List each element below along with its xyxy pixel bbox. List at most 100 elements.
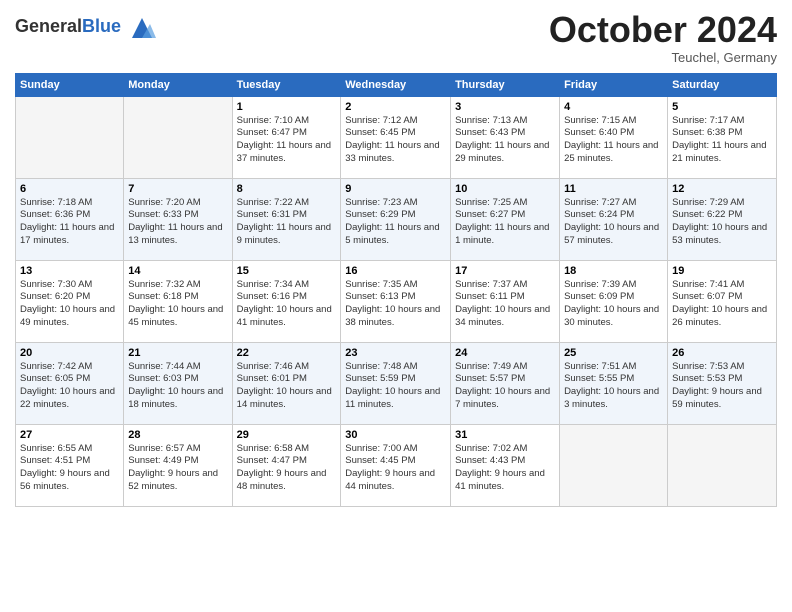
logo-general-text: General [15, 16, 82, 36]
day-number: 26 [672, 347, 772, 359]
day-info: Sunrise: 7:02 AMSunset: 4:43 PMDaylight:… [455, 443, 555, 494]
calendar-cell: 1Sunrise: 7:10 AMSunset: 6:47 PMDaylight… [232, 96, 341, 178]
calendar-cell: 2Sunrise: 7:12 AMSunset: 6:45 PMDaylight… [341, 96, 451, 178]
calendar-cell: 27Sunrise: 6:55 AMSunset: 4:51 PMDayligh… [16, 424, 124, 506]
day-number: 15 [237, 265, 337, 277]
day-info: Sunrise: 7:15 AMSunset: 6:40 PMDaylight:… [564, 115, 663, 166]
calendar-cell: 13Sunrise: 7:30 AMSunset: 6:20 PMDayligh… [16, 260, 124, 342]
day-number: 28 [128, 429, 227, 441]
day-number: 8 [237, 183, 337, 195]
weekday-header-tuesday: Tuesday [232, 73, 341, 96]
calendar-cell: 10 Sunrise: 7:25 AMSunset: 6:27 PMDayligh… [451, 178, 560, 260]
day-number: 17 [455, 265, 555, 277]
weekday-header-monday: Monday [124, 73, 232, 96]
day-number: 16 [345, 265, 446, 277]
day-info: Sunrise: 7:29 AMSunset: 6:22 PMDaylight:… [672, 197, 772, 248]
calendar-cell: 3 Sunrise: 7:13 AMSunset: 6:43 PMDaylight… [451, 96, 560, 178]
day-info: Sunrise: 7:25 AMSunset: 6:27 PMDaylight:… [455, 197, 555, 248]
weekday-header-friday: Friday [560, 73, 668, 96]
day-number: 11 [564, 183, 663, 195]
calendar-body: 1Sunrise: 7:10 AMSunset: 6:47 PMDaylight… [16, 96, 777, 506]
day-number: 3 [455, 101, 555, 113]
calendar-cell [124, 96, 232, 178]
day-info: Sunrise: 7:35 AMSunset: 6:13 PMDaylight:… [345, 279, 446, 330]
calendar-header: SundayMondayTuesdayWednesdayThursdayFrid… [16, 73, 777, 96]
weekday-header-wednesday: Wednesday [341, 73, 451, 96]
week-row-1: 1Sunrise: 7:10 AMSunset: 6:47 PMDaylight… [16, 96, 777, 178]
calendar-cell [668, 424, 777, 506]
day-info: Sunrise: 7:46 AMSunset: 6:01 PMDaylight:… [237, 361, 337, 412]
day-number: 9 [345, 183, 446, 195]
calendar-cell: 12Sunrise: 7:29 AMSunset: 6:22 PMDayligh… [668, 178, 777, 260]
logo: GeneralBlue [15, 14, 156, 42]
calendar-cell: 8 Sunrise: 7:22 AMSunset: 6:31 PMDaylight… [232, 178, 341, 260]
day-number: 4 [564, 101, 663, 113]
calendar-cell: 15 Sunrise: 7:34 AMSunset: 6:16 PMDayligh… [232, 260, 341, 342]
day-info: Sunrise: 7:12 AMSunset: 6:45 PMDaylight:… [345, 115, 446, 166]
day-info: Sunrise: 7:27 AMSunset: 6:24 PMDaylight:… [564, 197, 663, 248]
weekday-header-saturday: Saturday [668, 73, 777, 96]
day-number: 24 [455, 347, 555, 359]
calendar-cell: 25 Sunrise: 7:51 AMSunset: 5:55 PMDayligh… [560, 342, 668, 424]
day-info: Sunrise: 7:32 AMSunset: 6:18 PMDaylight:… [128, 279, 227, 330]
calendar-cell: 28 Sunrise: 6:57 AMSunset: 4:49 PMDayligh… [124, 424, 232, 506]
day-info: Sunrise: 7:44 AMSunset: 6:03 PMDaylight:… [128, 361, 227, 412]
day-info: Sunrise: 7:48 AMSunset: 5:59 PMDaylight:… [345, 361, 446, 412]
day-number: 20 [20, 347, 119, 359]
week-row-4: 20 Sunrise: 7:42 AMSunset: 6:05 PMDayligh… [16, 342, 777, 424]
day-info: Sunrise: 7:18 AMSunset: 6:36 PMDaylight:… [20, 197, 119, 248]
month-title: October 2024 [549, 10, 777, 50]
day-info: Sunrise: 7:42 AMSunset: 6:05 PMDaylight:… [20, 361, 119, 412]
day-info: Sunrise: 7:51 AMSunset: 5:55 PMDaylight:… [564, 361, 663, 412]
day-info: Sunrise: 7:41 AMSunset: 6:07 PMDaylight:… [672, 279, 772, 330]
calendar-cell: 31 Sunrise: 7:02 AMSunset: 4:43 PMDayligh… [451, 424, 560, 506]
day-number: 31 [455, 429, 555, 441]
calendar-cell: 20 Sunrise: 7:42 AMSunset: 6:05 PMDayligh… [16, 342, 124, 424]
day-number: 25 [564, 347, 663, 359]
weekday-header-sunday: Sunday [16, 73, 124, 96]
header: GeneralBlue October 2024 Teuchel, German… [15, 10, 777, 65]
day-number: 23 [345, 347, 446, 359]
day-info: Sunrise: 6:57 AMSunset: 4:49 PMDaylight:… [128, 443, 227, 494]
day-info: Sunrise: 7:22 AMSunset: 6:31 PMDaylight:… [237, 197, 337, 248]
day-number: 10 [455, 183, 555, 195]
calendar-cell [16, 96, 124, 178]
calendar-cell: 7 Sunrise: 7:20 AMSunset: 6:33 PMDaylight… [124, 178, 232, 260]
calendar-cell: 18 Sunrise: 7:39 AMSunset: 6:09 PMDayligh… [560, 260, 668, 342]
week-row-2: 6 Sunrise: 7:18 AMSunset: 6:36 PMDaylight… [16, 178, 777, 260]
week-row-5: 27Sunrise: 6:55 AMSunset: 4:51 PMDayligh… [16, 424, 777, 506]
calendar-cell: 11 Sunrise: 7:27 AMSunset: 6:24 PMDayligh… [560, 178, 668, 260]
calendar-cell: 19Sunrise: 7:41 AMSunset: 6:07 PMDayligh… [668, 260, 777, 342]
calendar-cell: 9 Sunrise: 7:23 AMSunset: 6:29 PMDaylight… [341, 178, 451, 260]
calendar-cell: 14 Sunrise: 7:32 AMSunset: 6:18 PMDayligh… [124, 260, 232, 342]
day-info: Sunrise: 7:37 AMSunset: 6:11 PMDaylight:… [455, 279, 555, 330]
calendar-cell: 21Sunrise: 7:44 AMSunset: 6:03 PMDayligh… [124, 342, 232, 424]
day-info: Sunrise: 6:58 AMSunset: 4:47 PMDaylight:… [237, 443, 337, 494]
day-number: 13 [20, 265, 119, 277]
day-info: Sunrise: 7:39 AMSunset: 6:09 PMDaylight:… [564, 279, 663, 330]
calendar-page: GeneralBlue October 2024 Teuchel, German… [0, 0, 792, 612]
day-info: Sunrise: 7:00 AMSunset: 4:45 PMDaylight:… [345, 443, 446, 494]
week-row-3: 13Sunrise: 7:30 AMSunset: 6:20 PMDayligh… [16, 260, 777, 342]
calendar-cell: 6 Sunrise: 7:18 AMSunset: 6:36 PMDaylight… [16, 178, 124, 260]
day-info: Sunrise: 7:34 AMSunset: 6:16 PMDaylight:… [237, 279, 337, 330]
day-info: Sunrise: 7:20 AMSunset: 6:33 PMDaylight:… [128, 197, 227, 248]
day-number: 29 [237, 429, 337, 441]
day-info: Sunrise: 7:53 AMSunset: 5:53 PMDaylight:… [672, 361, 772, 412]
day-number: 7 [128, 183, 227, 195]
day-info: Sunrise: 7:13 AMSunset: 6:43 PMDaylight:… [455, 115, 555, 166]
day-number: 22 [237, 347, 337, 359]
logo-icon [128, 14, 156, 42]
day-info: Sunrise: 6:55 AMSunset: 4:51 PMDaylight:… [20, 443, 119, 494]
location: Teuchel, Germany [549, 50, 777, 65]
calendar-table: SundayMondayTuesdayWednesdayThursdayFrid… [15, 73, 777, 507]
day-number: 30 [345, 429, 446, 441]
weekday-row: SundayMondayTuesdayWednesdayThursdayFrid… [16, 73, 777, 96]
calendar-cell [560, 424, 668, 506]
day-number: 6 [20, 183, 119, 195]
day-number: 14 [128, 265, 227, 277]
day-number: 18 [564, 265, 663, 277]
day-number: 1 [237, 101, 337, 113]
calendar-cell: 5Sunrise: 7:17 AMSunset: 6:38 PMDaylight… [668, 96, 777, 178]
day-info: Sunrise: 7:23 AMSunset: 6:29 PMDaylight:… [345, 197, 446, 248]
